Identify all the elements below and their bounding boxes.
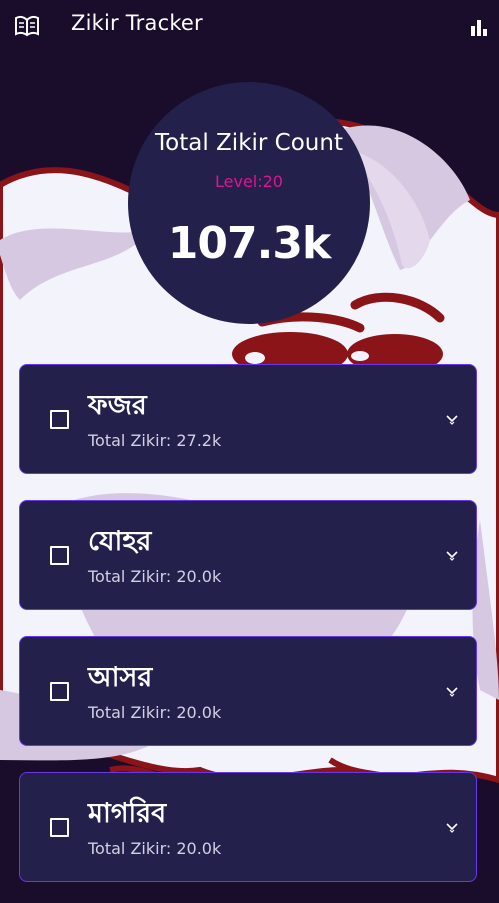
total-zikir-circle: Total Zikir Count Level:20 107.3k (128, 82, 370, 324)
prayer-checkbox[interactable] (50, 682, 69, 701)
total-zikir-label: Total Zikir Count (155, 130, 343, 156)
app-title: Zikir Tracker (71, 11, 203, 35)
chevron-down-icon[interactable] (445, 413, 459, 425)
prayer-checkbox[interactable] (50, 818, 69, 837)
chevron-down-icon[interactable] (445, 685, 459, 697)
prayer-card-asr[interactable]: আসর Total Zikir: 20.0k (19, 636, 477, 746)
book-icon[interactable] (14, 15, 40, 37)
total-zikir-count: 107.3k (167, 218, 331, 269)
prayer-total-zikir: Total Zikir: 20.0k (88, 703, 222, 722)
prayer-total-zikir: Total Zikir: 27.2k (88, 431, 222, 450)
chevron-down-icon[interactable] (445, 549, 459, 561)
prayer-card-fajr[interactable]: ফজর Total Zikir: 27.2k (19, 364, 477, 474)
prayer-name: যোহর (88, 526, 152, 557)
prayer-checkbox[interactable] (50, 410, 69, 429)
prayer-name: মাগরিব (88, 798, 167, 829)
prayer-card-zuhr[interactable]: যোহর Total Zikir: 20.0k (19, 500, 477, 610)
prayer-total-zikir: Total Zikir: 20.0k (88, 567, 222, 586)
chevron-down-icon[interactable] (445, 821, 459, 833)
prayer-card-maghrib[interactable]: মাগরিব Total Zikir: 20.0k (19, 772, 477, 882)
prayer-checkbox[interactable] (50, 546, 69, 565)
prayer-name: আসর (88, 662, 153, 693)
bar-chart-icon[interactable] (470, 19, 488, 36)
level-badge: Level:20 (215, 172, 283, 191)
prayer-name: ফজর (88, 390, 147, 421)
prayer-total-zikir: Total Zikir: 20.0k (88, 839, 222, 858)
app-bar: Zikir Tracker (0, 0, 499, 54)
